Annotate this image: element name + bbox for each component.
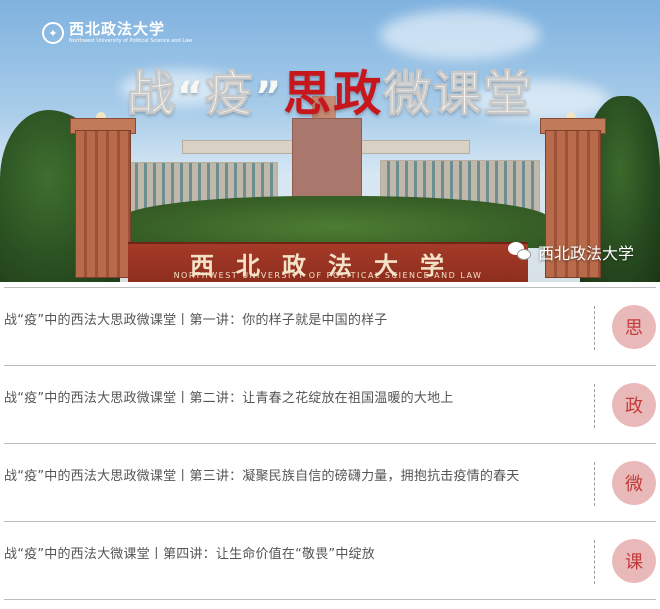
cloud (380, 10, 540, 60)
list-item-3[interactable]: 战“疫”中的西法大思政微课堂丨第三讲：凝聚民族自信的磅礴力量，拥抱抗击疫情的春天… (4, 444, 656, 522)
article-title[interactable]: 战“疫”中的西法大思政微课堂丨第三讲：凝聚民族自信的磅礴力量，拥抱抗击疫情的春天 (4, 465, 589, 484)
list-item-4[interactable]: 战“疫”中的西法大微课堂丨第四讲：让生命价值在“敬畏”中绽放 课 (4, 522, 656, 600)
dashed-divider (594, 306, 595, 350)
article-badge: 微 (612, 461, 656, 505)
list-item-2[interactable]: 战“疫”中的西法大思政微课堂丨第二讲：让青春之花绽放在祖国温暖的大地上 政 (4, 366, 656, 444)
title-quote-close: ” (255, 74, 284, 120)
title-part-red: 思政 (283, 66, 384, 122)
dashed-divider (594, 462, 595, 506)
article-list: 战“疫”中的西法大思政微课堂丨第一讲：你的样子就是中国的样子 思 战“疫”中的西… (0, 288, 660, 600)
title-part-4: 微课堂 (383, 66, 534, 123)
title-part-1: 战 (126, 66, 177, 123)
article-badge: 课 (612, 539, 656, 583)
logo-subtitle: Northwest University of Political Scienc… (69, 38, 193, 44)
logo-name: 西北政法大学 (69, 20, 166, 38)
dashed-divider (594, 384, 595, 428)
article-title[interactable]: 战“疫”中的西法大微课堂丨第四讲：让生命价值在“敬畏”中绽放 (4, 543, 589, 562)
title-part-2: 疫 (204, 66, 255, 123)
greenery (120, 196, 550, 248)
wechat-icon (507, 242, 532, 262)
article-title[interactable]: 战“疫”中的西法大思政微课堂丨第二讲：让青春之花绽放在祖国温暖的大地上 (4, 387, 589, 406)
university-seal-icon: ✦ (42, 22, 64, 44)
dashed-divider (594, 540, 595, 584)
university-logo: ✦ 西北政法大学 Northwest University of Politic… (42, 22, 192, 44)
article-badge: 思 (612, 305, 656, 349)
article-badge: 政 (612, 383, 656, 427)
header-banner: 西北政法大学 NORTHWEST UNIVERSITY OF POLITICAL… (0, 0, 660, 282)
wechat-watermark: 西北政法大学 (507, 240, 634, 264)
list-item-1[interactable]: 战“疫”中的西法大思政微课堂丨第一讲：你的样子就是中国的样子 思 (4, 288, 656, 366)
article-title[interactable]: 战“疫”中的西法大思政微课堂丨第一讲：你的样子就是中国的样子 (4, 309, 589, 328)
gate-sign-english: NORTHWEST UNIVERSITY OF POLITICAL SCIENC… (173, 271, 483, 280)
gate-sign: 西北政法大学 NORTHWEST UNIVERSITY OF POLITICAL… (128, 242, 528, 282)
watermark-text: 西北政法大学 (537, 244, 634, 263)
gate-pillar-left (75, 130, 131, 278)
banner-title: 战“疫”思政微课堂 (0, 54, 660, 124)
title-quote-open: “ (176, 74, 205, 120)
